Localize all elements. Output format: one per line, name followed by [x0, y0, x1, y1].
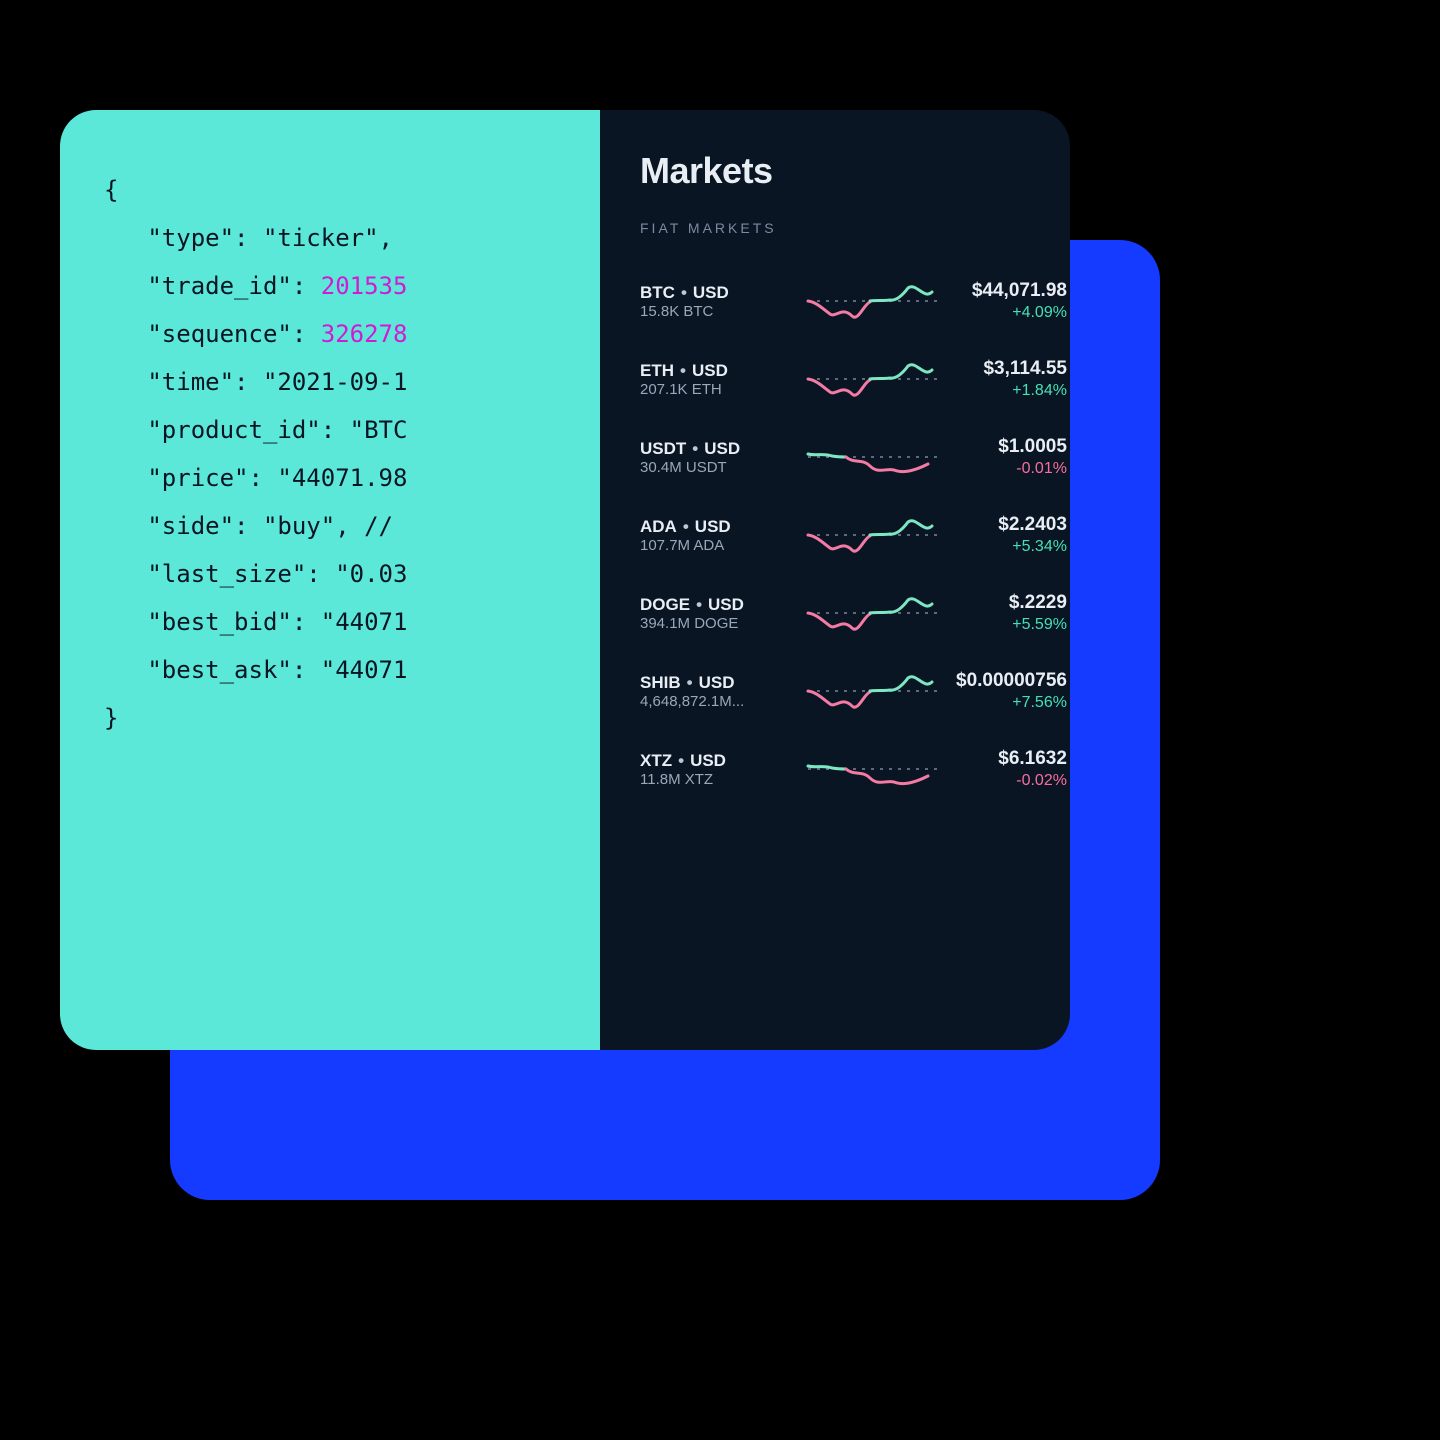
market-pair-name: XTZ•USD: [640, 751, 790, 771]
market-values: $2.2403 +5.34%: [956, 514, 1067, 556]
markets-rows: BTC•USD 15.8K BTC $44,071.98 +4.09% ETH•…: [640, 262, 1067, 808]
sparkline-icon: [808, 668, 938, 714]
market-change: +5.59%: [956, 616, 1067, 634]
market-pair: USDT•USD 30.4M USDT: [640, 439, 790, 476]
market-values: $1.0005 -0.01%: [956, 436, 1067, 478]
market-pair: BTC•USD 15.8K BTC: [640, 283, 790, 320]
market-pair-name: USDT•USD: [640, 439, 790, 459]
sparkline-icon: [808, 746, 938, 792]
sparkline-icon: [808, 278, 938, 324]
market-row[interactable]: DOGE•USD 394.1M DOGE $.2229 +5.59%: [640, 574, 1067, 652]
market-values: $44,071.98 +4.09%: [956, 280, 1067, 322]
market-sparkline: [808, 746, 938, 792]
markets-section-label: FIAT MARKETS: [640, 220, 1067, 236]
market-values: $0.00000756 +7.56%: [956, 670, 1067, 712]
market-change: +4.09%: [956, 304, 1067, 322]
market-pair: DOGE•USD 394.1M DOGE: [640, 595, 790, 632]
market-row[interactable]: BTC•USD 15.8K BTC $44,071.98 +4.09%: [640, 262, 1067, 340]
market-values: $6.1632 -0.02%: [956, 748, 1067, 790]
market-row[interactable]: ETH•USD 207.1K ETH $3,114.55 +1.84%: [640, 340, 1067, 418]
market-pair-volume: 15.8K BTC: [640, 303, 790, 320]
market-price: $6.1632: [956, 748, 1067, 770]
market-pair-volume: 4,648,872.1M...: [640, 693, 790, 710]
market-pair-volume: 394.1M DOGE: [640, 615, 790, 632]
market-price: $.2229: [956, 592, 1067, 614]
market-row[interactable]: USDT•USD 30.4M USDT $1.0005 -0.01%: [640, 418, 1067, 496]
market-change: -0.01%: [956, 460, 1067, 478]
market-pair-name: DOGE•USD: [640, 595, 790, 615]
market-values: $3,114.55 +1.84%: [956, 358, 1067, 400]
markets-title: Markets: [640, 150, 1067, 192]
market-values: $.2229 +5.59%: [956, 592, 1067, 634]
market-pair-name: BTC•USD: [640, 283, 790, 303]
market-row[interactable]: XTZ•USD 11.8M XTZ $6.1632 -0.02%: [640, 730, 1067, 808]
market-price: $44,071.98: [956, 280, 1067, 302]
sparkline-icon: [808, 356, 938, 402]
json-code-panel: { "type": "ticker", "trade_id": 201535 "…: [60, 110, 600, 1050]
market-sparkline: [808, 356, 938, 402]
sparkline-icon: [808, 590, 938, 636]
market-sparkline: [808, 668, 938, 714]
markets-panel: Markets FIAT MARKETS BTC•USD 15.8K BTC $…: [600, 110, 1070, 1050]
market-sparkline: [808, 434, 938, 480]
market-price: $1.0005: [956, 436, 1067, 458]
market-pair-name: ADA•USD: [640, 517, 790, 537]
market-change: +1.84%: [956, 382, 1067, 400]
market-pair-volume: 207.1K ETH: [640, 381, 790, 398]
market-price: $0.00000756: [956, 670, 1067, 692]
market-price: $3,114.55: [956, 358, 1067, 380]
sparkline-icon: [808, 434, 938, 480]
market-price: $2.2403: [956, 514, 1067, 536]
market-pair-name: SHIB•USD: [640, 673, 790, 693]
market-pair: ETH•USD 207.1K ETH: [640, 361, 790, 398]
market-change: +7.56%: [956, 694, 1067, 712]
market-pair-name: ETH•USD: [640, 361, 790, 381]
market-change: -0.02%: [956, 772, 1067, 790]
market-pair: XTZ•USD 11.8M XTZ: [640, 751, 790, 788]
market-pair-volume: 30.4M USDT: [640, 459, 790, 476]
market-sparkline: [808, 590, 938, 636]
market-sparkline: [808, 278, 938, 324]
market-change: +5.34%: [956, 538, 1067, 556]
market-row[interactable]: ADA•USD 107.7M ADA $2.2403 +5.34%: [640, 496, 1067, 574]
market-pair: ADA•USD 107.7M ADA: [640, 517, 790, 554]
exchange-card: { "type": "ticker", "trade_id": 201535 "…: [60, 110, 1070, 1050]
sparkline-icon: [808, 512, 938, 558]
market-pair-volume: 11.8M XTZ: [640, 771, 790, 788]
market-pair-volume: 107.7M ADA: [640, 537, 790, 554]
market-pair: SHIB•USD 4,648,872.1M...: [640, 673, 790, 710]
market-sparkline: [808, 512, 938, 558]
market-row[interactable]: SHIB•USD 4,648,872.1M... $0.00000756 +7.…: [640, 652, 1067, 730]
